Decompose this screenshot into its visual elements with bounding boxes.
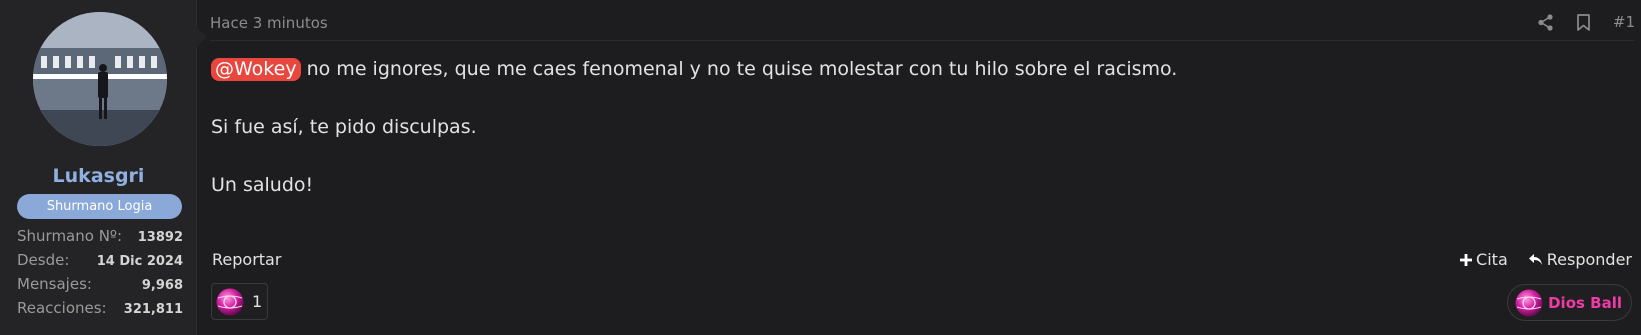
stat-messages: Mensajes: 9,968 [17, 275, 183, 299]
reactions-bar[interactable]: 1 [211, 283, 268, 320]
username[interactable]: Lukasgri [0, 165, 197, 187]
stat-value: 9,968 [141, 278, 183, 293]
user-panel: Lukasgri Shurmano Logia Shurmano Nº: 138… [0, 0, 207, 335]
bookmark-icon[interactable] [1576, 13, 1591, 31]
plus-icon [1460, 253, 1473, 266]
post-body: @Wokey no me ignores, que me caes fenome… [211, 55, 1611, 229]
message-line-3: Un saludo! [211, 174, 314, 196]
stat-value: 13892 [137, 230, 183, 245]
dios-ball-icon [1515, 289, 1543, 316]
stat-label: Reacciones: [17, 299, 107, 317]
stat-label: Mensajes: [17, 275, 92, 293]
reaction-badge[interactable]: Dios Ball [1507, 284, 1632, 321]
reply-label: Responder [1546, 250, 1632, 269]
reply-arrow-icon [1528, 254, 1542, 265]
post-number[interactable]: #1 [1613, 13, 1635, 31]
stat-member-number: Shurmano Nº: 13892 [17, 227, 183, 251]
report-link[interactable]: Reportar [212, 250, 281, 269]
post-main: Hace 3 minutos #1 @Wokey no me ignores, … [198, 0, 1641, 335]
message-line-2: Si fue así, te pido disculpas. [211, 116, 477, 138]
reply-button[interactable]: Responder [1528, 250, 1632, 269]
stat-value: 321,811 [123, 302, 183, 317]
reaction-count: 1 [252, 292, 263, 311]
user-mention[interactable]: @Wokey [211, 58, 301, 81]
stat-joined: Desde: 14 Dic 2024 [17, 251, 183, 275]
user-panel-arrow [196, 26, 207, 48]
share-icon[interactable] [1537, 13, 1554, 31]
message-text: no me ignores, que me caes fenomenal y n… [300, 58, 1178, 80]
dios-ball-icon [216, 288, 244, 315]
user-stats: Shurmano Nº: 13892 Desde: 14 Dic 2024 Me… [17, 227, 183, 323]
post-time[interactable]: Hace 3 minutos [210, 14, 328, 32]
stat-value: 14 Dic 2024 [96, 254, 183, 269]
stat-label: Desde: [17, 251, 70, 269]
post-actions: Cita Responder [1440, 250, 1632, 269]
post-tools: #1 [1515, 13, 1635, 31]
reaction-badge-label: Dios Ball [1548, 293, 1622, 312]
post-attribution: Hace 3 minutos #1 [210, 0, 1635, 41]
stat-reactions: Reacciones: 321,811 [17, 299, 183, 323]
avatar-image [33, 12, 167, 146]
quote-button[interactable]: Cita [1460, 250, 1508, 269]
avatar[interactable] [33, 12, 167, 146]
quote-label: Cita [1476, 250, 1508, 269]
stat-label: Shurmano Nº: [17, 227, 123, 245]
message-line-1: @Wokey no me ignores, que me caes fenome… [211, 55, 1611, 83]
user-title-badge: Shurmano Logia [17, 194, 182, 219]
forum-post: Lukasgri Shurmano Logia Shurmano Nº: 138… [0, 0, 1641, 335]
